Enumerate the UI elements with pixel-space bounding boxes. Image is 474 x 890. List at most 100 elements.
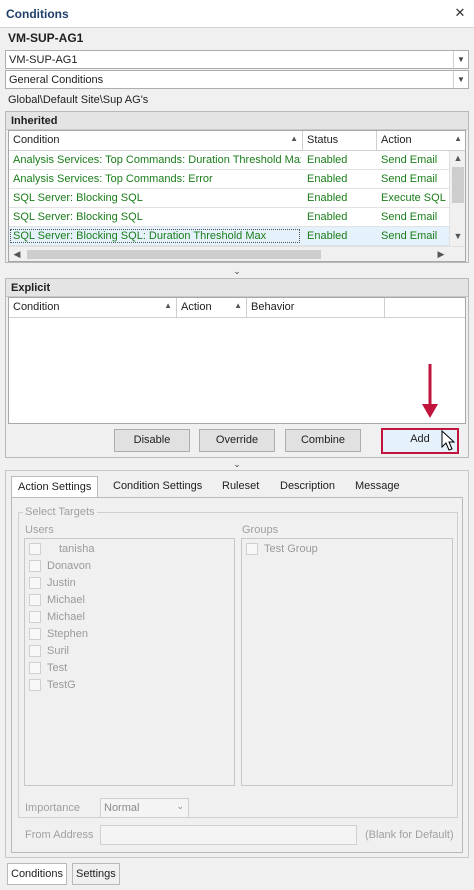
column-header-behavior[interactable]: Behavior: [247, 298, 385, 318]
users-list: tanisha Donavon Justin Michael Michael S…: [24, 538, 235, 786]
sort-up-icon: ▲: [290, 134, 298, 143]
host-name: VM-SUP-AG1: [8, 31, 84, 45]
inherited-group: Inherited Condition ▲ Status Action ▲ An…: [5, 111, 469, 263]
user-checkbox[interactable]: [29, 662, 41, 674]
scroll-left-icon[interactable]: ◀: [12, 249, 22, 260]
importance-value: Normal: [104, 802, 140, 814]
group-label: Test Group: [264, 543, 318, 555]
table-row[interactable]: Analysis Services: Top Commands: Duratio…: [9, 151, 449, 170]
user-checkbox[interactable]: [29, 679, 41, 691]
vertical-scrollbar[interactable]: ▲ ▼: [449, 151, 465, 246]
column-header-label: Status: [307, 134, 339, 146]
scroll-right-icon[interactable]: ▶: [435, 249, 447, 260]
group-checkbox[interactable]: [246, 543, 258, 555]
user-label: Michael: [47, 611, 85, 623]
importance-select[interactable]: Normal ⌄: [100, 798, 189, 818]
tab-conditions[interactable]: Conditions: [7, 863, 67, 885]
mouse-cursor-icon: [441, 430, 455, 451]
row-action: Execute SQL: [381, 192, 446, 204]
column-header-action[interactable]: Action ▲: [377, 131, 465, 151]
user-checkbox[interactable]: [29, 577, 41, 589]
user-label: Stephen: [47, 628, 88, 640]
annotation-arrow-icon: [422, 364, 438, 418]
combine-button[interactable]: Combine: [285, 429, 361, 452]
horizontal-scrollbar[interactable]: ◀ ▶: [9, 246, 465, 261]
user-label: tanisha: [59, 543, 95, 555]
column-header-filler: [385, 298, 465, 318]
category-combo[interactable]: General Conditions ▼: [5, 70, 469, 89]
disable-button[interactable]: Disable: [114, 429, 190, 452]
row-action: Send Email: [381, 154, 438, 166]
user-checkbox[interactable]: [29, 628, 41, 640]
row-status: Enabled: [307, 192, 348, 204]
chevron-down-icon[interactable]: ▼: [453, 71, 468, 88]
explicit-grid: Condition ▲ Action ▲ Behavior: [8, 297, 466, 424]
window-title: Conditions: [6, 7, 69, 21]
row-status: Enabled: [307, 173, 348, 185]
groups-label: Groups: [242, 524, 279, 536]
column-header-status[interactable]: Status: [303, 131, 377, 151]
tab-description[interactable]: Description: [274, 476, 341, 498]
explicit-group: Explicit Condition ▲ Action ▲ Behavior D…: [5, 278, 469, 458]
user-checkbox[interactable]: [29, 560, 41, 572]
user-checkbox[interactable]: [29, 543, 41, 555]
from-address-input[interactable]: [100, 825, 357, 845]
table-row[interactable]: SQL Server: Blocking SQL Enabled Send Em…: [9, 208, 449, 227]
row-status: Enabled: [307, 230, 348, 242]
user-checkbox[interactable]: [29, 645, 41, 657]
column-header-label: Action: [181, 301, 212, 313]
user-checkbox[interactable]: [29, 611, 41, 623]
close-icon[interactable]: ✕: [451, 4, 469, 22]
breadcrumb: Global\Default Site\Sup AG's: [8, 94, 149, 106]
column-header-label: Behavior: [251, 301, 295, 313]
sort-up-icon: ▲: [454, 134, 462, 143]
scroll-thumb[interactable]: [452, 167, 464, 203]
user-label: Test: [47, 662, 68, 674]
splitter-handle[interactable]: ⌄: [0, 459, 474, 469]
users-label: Users: [25, 524, 54, 536]
column-header-label: Action: [381, 134, 412, 146]
inherited-grid: Condition ▲ Status Action ▲ Analysis Ser…: [8, 130, 466, 262]
category-combo-value: General Conditions: [9, 74, 104, 86]
from-address-label: From Address: [25, 829, 94, 841]
tab-action-settings[interactable]: Action Settings: [11, 476, 99, 498]
user-checkbox[interactable]: [29, 594, 41, 606]
row-condition: SQL Server: Blocking SQL: Duration Thres…: [10, 229, 300, 243]
user-label: Suril: [47, 645, 70, 657]
scroll-thumb[interactable]: [27, 250, 321, 259]
tab-condition-settings[interactable]: Condition Settings: [107, 476, 208, 498]
row-action: Send Email: [381, 211, 438, 223]
explicit-title: Explicit: [6, 279, 468, 297]
row-condition: Analysis Services: Top Commands: Error: [13, 173, 213, 185]
row-status: Enabled: [307, 211, 348, 223]
column-header-condition[interactable]: Condition ▲: [9, 298, 177, 318]
column-header-condition[interactable]: Condition ▲: [9, 131, 303, 151]
table-row[interactable]: SQL Server: Blocking SQL Enabled Execute…: [9, 189, 449, 208]
user-label: Justin: [47, 577, 76, 589]
row-action: Send Email: [381, 173, 438, 185]
row-status: Enabled: [307, 154, 348, 166]
server-combo[interactable]: VM-SUP-AG1 ▼: [5, 50, 469, 69]
importance-label: Importance: [25, 802, 81, 814]
window-titlebar: Conditions ✕: [0, 0, 474, 28]
splitter-handle[interactable]: ⌄: [0, 266, 474, 276]
tab-ruleset[interactable]: Ruleset: [216, 476, 265, 498]
column-header-action[interactable]: Action ▲: [177, 298, 247, 318]
settings-area: Action Settings Condition Settings Rules…: [5, 470, 469, 858]
select-targets-legend: Select Targets: [23, 506, 97, 518]
chevron-down-icon: ⌄: [176, 801, 184, 811]
chevron-down-icon[interactable]: ▼: [453, 51, 468, 68]
row-action: Send Email: [381, 230, 438, 242]
table-row[interactable]: Analysis Services: Top Commands: Error E…: [9, 170, 449, 189]
scroll-down-icon[interactable]: ▼: [452, 231, 464, 241]
user-label: TestG: [47, 679, 76, 691]
tab-message[interactable]: Message: [349, 476, 406, 498]
inherited-title: Inherited: [6, 112, 468, 130]
tab-settings[interactable]: Settings: [72, 863, 120, 885]
scroll-up-icon[interactable]: ▲: [452, 153, 464, 163]
row-condition: SQL Server: Blocking SQL: [13, 192, 143, 204]
row-condition: Analysis Services: Top Commands: Duratio…: [13, 154, 301, 166]
override-button[interactable]: Override: [199, 429, 275, 452]
sort-up-icon: ▲: [164, 301, 172, 310]
table-row-selected[interactable]: SQL Server: Blocking SQL: Duration Thres…: [9, 227, 449, 246]
